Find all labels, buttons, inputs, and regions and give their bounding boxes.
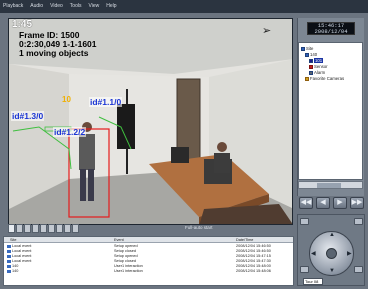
menu-audio[interactable]: Audio	[30, 0, 43, 13]
moving-objects-text: 1 moving objects	[19, 48, 89, 58]
star-icon	[305, 76, 309, 81]
track-label: id#1.2/2	[53, 127, 87, 137]
event-log-table: Site Event Date/Time Local event Setup op…	[3, 236, 294, 286]
fast-forward-button[interactable]: ▶▶	[350, 197, 364, 209]
app-window: Playback Audio Video Tools View Help 1:4…	[0, 0, 368, 289]
step-back-button[interactable]: ◀	[316, 197, 330, 209]
tree-item-site[interactable]: Site	[301, 46, 313, 51]
playback-controls: ◀◀ ◀ ▶ ▶▶	[299, 197, 364, 209]
pan-up-icon[interactable]: ▲	[329, 232, 335, 238]
thumbnail[interactable]	[64, 224, 71, 233]
event-icon	[7, 249, 11, 253]
site-tree: Site 140 101 Sensor Alarm Favorite Camer…	[298, 42, 363, 180]
thumbnail[interactable]	[24, 224, 31, 233]
menu-tools[interactable]: Tools	[70, 0, 82, 13]
column-header-site[interactable]: Site	[10, 237, 17, 243]
zoom-out-button[interactable]	[354, 218, 363, 225]
camera-number: 1:45	[12, 19, 33, 30]
scroll-thumb[interactable]	[317, 183, 341, 188]
menu-view[interactable]: View	[88, 0, 99, 13]
ptz-center-button[interactable]	[326, 248, 337, 259]
thumbnail[interactable]	[72, 224, 79, 233]
tree-item-140[interactable]: 140	[305, 52, 317, 57]
thumbnail[interactable]	[56, 224, 63, 233]
track-label: id#1.1/0	[89, 97, 123, 107]
tree-item-sensor[interactable]: Sensor	[309, 64, 328, 69]
seek-label: Full-auto start	[185, 225, 213, 230]
thumbnail[interactable]	[48, 224, 55, 233]
sensor-icon	[309, 64, 313, 69]
track-label: id#1.3/0	[11, 111, 45, 121]
object-count-label: 10	[62, 95, 71, 104]
column-header-datetime[interactable]: Date/Time	[236, 237, 253, 243]
thumbnail[interactable]	[16, 224, 23, 233]
tour-select[interactable]: Tour 08	[303, 278, 323, 285]
clock-date: 2008/12/04	[314, 28, 348, 35]
focus-far-button[interactable]	[354, 266, 363, 273]
menu-playback[interactable]: Playback	[3, 0, 23, 13]
server-icon	[305, 52, 309, 57]
pan-left-icon[interactable]: ◀	[311, 250, 316, 257]
rewind-button[interactable]: ◀◀	[299, 197, 313, 209]
thumbnail-strip	[8, 224, 79, 234]
pan-right-icon[interactable]: ▶	[347, 250, 352, 257]
event-icon	[7, 269, 11, 273]
tree-item-101[interactable]: 101	[309, 58, 324, 63]
folder-icon	[301, 46, 305, 51]
event-icon	[7, 264, 11, 268]
video-view[interactable]: 1:45 Frame ID: 1500 0:2:30,049 1-1-1601 …	[8, 18, 293, 225]
table-header: Site Event Date/Time	[4, 237, 293, 243]
thumbnail[interactable]	[32, 224, 39, 233]
alarm-icon	[309, 70, 313, 75]
play-button[interactable]: ▶	[333, 197, 347, 209]
focus-near-button[interactable]	[300, 266, 309, 273]
thumbnail[interactable]	[40, 224, 47, 233]
thumbnail[interactable]	[8, 224, 15, 233]
tree-item-alarm[interactable]: Alarm	[309, 70, 325, 75]
event-icon	[7, 254, 11, 258]
menu-bar: Playback Audio Video Tools View Help	[0, 0, 368, 13]
clock-display: 15:46:17 2008/12/04	[307, 22, 355, 35]
table-row[interactable]: 140 User1 interaction 2008/12/04 15:48:06	[4, 269, 293, 274]
tree-item-favorite-cameras[interactable]: Favorite Cameras	[305, 76, 344, 81]
event-icon	[7, 259, 11, 263]
zoom-in-button[interactable]	[300, 218, 309, 225]
camera-icon	[309, 58, 313, 63]
menu-help[interactable]: Help	[106, 0, 116, 13]
ptz-pointer-icon[interactable]: ➢	[262, 24, 274, 37]
column-header-event[interactable]: Event	[114, 237, 124, 243]
event-icon	[7, 244, 11, 248]
menu-video[interactable]: Video	[50, 0, 63, 13]
pan-down-icon[interactable]: ▼	[329, 268, 335, 274]
tree-scrollbar[interactable]	[298, 181, 363, 189]
